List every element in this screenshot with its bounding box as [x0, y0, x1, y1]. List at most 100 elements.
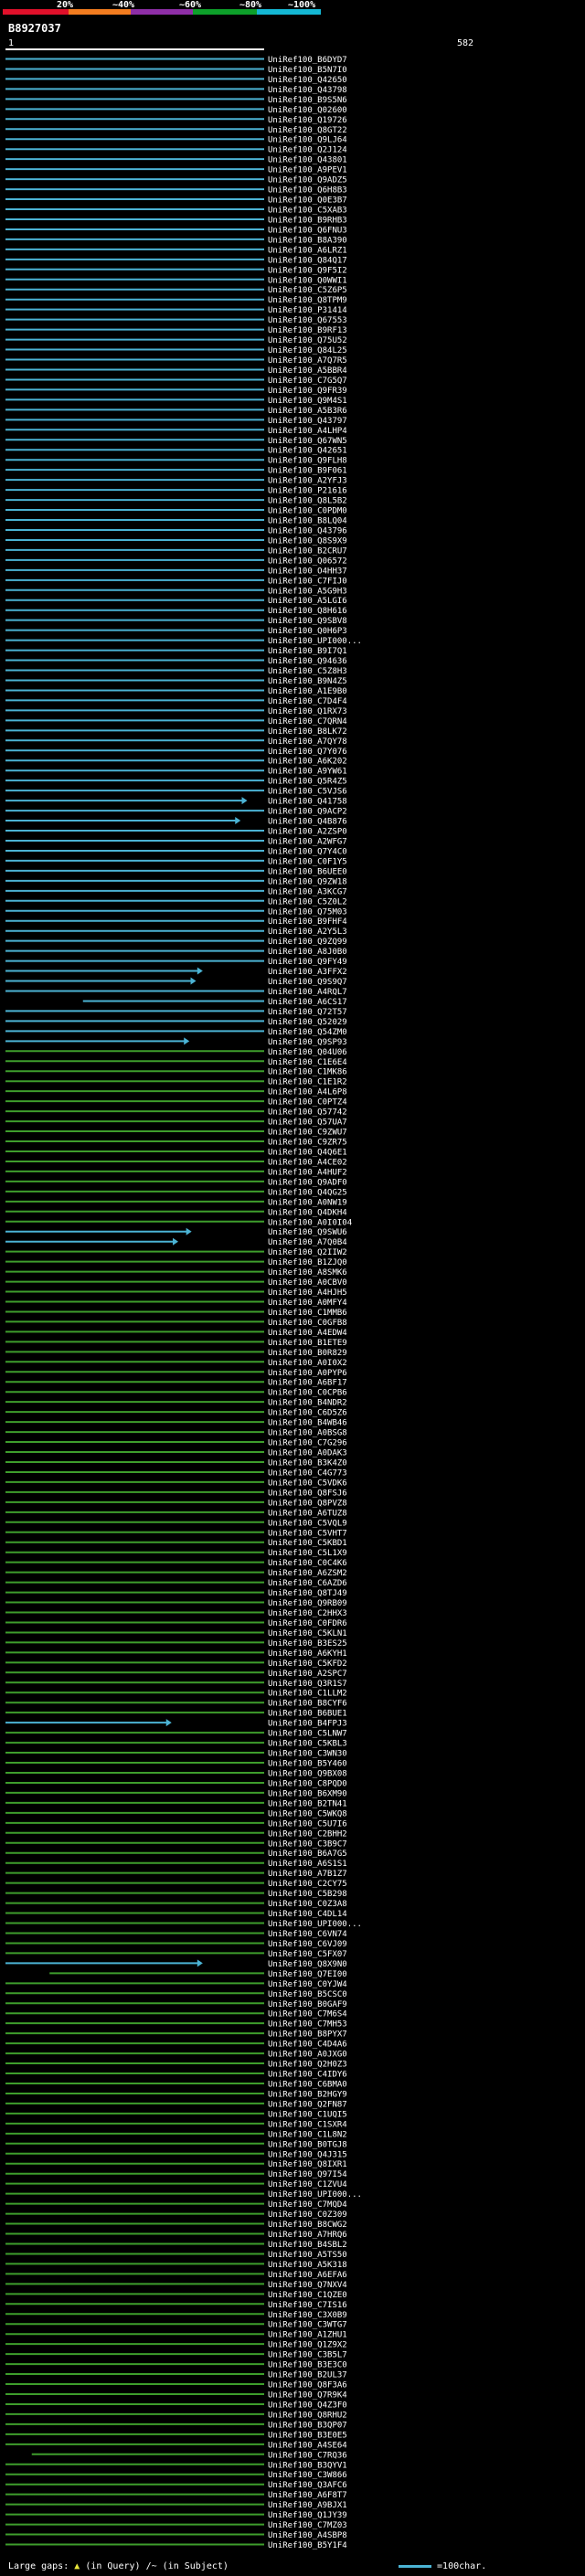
- hit-row[interactable]: UniRef100_A5B3R6: [5, 407, 347, 416]
- hit-label[interactable]: UniRef100_Q9M4S1: [268, 397, 347, 406]
- hit-row[interactable]: UniRef100_B3QYV1: [5, 2461, 347, 2470]
- hit-label[interactable]: UniRef100_Q3AFC6: [268, 2481, 347, 2490]
- hit-label[interactable]: UniRef100_B9FHF4: [268, 917, 347, 927]
- hit-label[interactable]: UniRef100_C1MK86: [268, 1068, 347, 1077]
- hit-label[interactable]: UniRef100_Q8X9N0: [268, 1960, 347, 1969]
- hit-label[interactable]: UniRef100_C7G5Q7: [268, 376, 347, 386]
- hit-row[interactable]: UniRef100_Q67WN5: [5, 437, 347, 446]
- hit-label[interactable]: UniRef100_B2HGY9: [268, 2090, 347, 2099]
- hit-label[interactable]: UniRef100_B1ZJQ0: [268, 1258, 347, 1267]
- hit-label[interactable]: UniRef100_Q7NXV4: [268, 2281, 347, 2290]
- hit-row[interactable]: UniRef100_B9RF13: [5, 326, 347, 335]
- hit-label[interactable]: UniRef100_Q4J315: [268, 2150, 347, 2159]
- hit-row[interactable]: UniRef100_B4NDR2: [5, 1399, 347, 1408]
- hit-row[interactable]: UniRef100_A4SBP8: [5, 2531, 347, 2540]
- hit-label[interactable]: UniRef100_A4SBP8: [268, 2531, 347, 2540]
- hit-label[interactable]: UniRef100_Q0WWI1: [268, 276, 347, 285]
- hit-row[interactable]: UniRef100_A9YW61: [5, 768, 347, 777]
- hit-label[interactable]: UniRef100_C7RQ36: [268, 2451, 347, 2460]
- hit-row[interactable]: UniRef100_A9PEV1: [5, 166, 347, 175]
- hit-row[interactable]: UniRef100_C3B9C7: [5, 1839, 347, 1849]
- hit-row[interactable]: UniRef100_Q42650: [5, 76, 347, 85]
- hit-row[interactable]: UniRef100_Q9ZQ99: [5, 938, 347, 947]
- hit-label[interactable]: UniRef100_A6S1S1: [268, 1860, 347, 1869]
- hit-row[interactable]: UniRef100_A6K202: [5, 758, 347, 767]
- hit-row[interactable]: UniRef100_B9N4Z5: [5, 677, 347, 686]
- hit-label[interactable]: UniRef100_C1UQI5: [268, 2110, 347, 2119]
- hit-label[interactable]: UniRef100_C6BMA0: [268, 2080, 347, 2089]
- hit-row[interactable]: UniRef100_Q7NXV4: [5, 2281, 347, 2290]
- hit-row[interactable]: UniRef100_Q4B876: [5, 817, 347, 827]
- hit-label[interactable]: UniRef100_Q9FLH8: [268, 457, 347, 466]
- hit-label[interactable]: UniRef100_Q9ACP2: [268, 808, 347, 817]
- hit-label[interactable]: UniRef100_Q9FR39: [268, 387, 347, 396]
- hit-label[interactable]: UniRef100_C7D4F4: [268, 697, 347, 706]
- hit-label[interactable]: UniRef100_C9ZWU7: [268, 1129, 347, 1138]
- hit-label[interactable]: UniRef100_A0PYP6: [268, 1369, 347, 1378]
- hit-label[interactable]: UniRef100_C1E1R2: [268, 1078, 347, 1087]
- hit-label[interactable]: UniRef100_A2ZSP0: [268, 828, 347, 837]
- hit-label[interactable]: UniRef100_B8LQ04: [268, 517, 347, 526]
- hit-row[interactable]: UniRef100_Q9SWU6: [5, 1227, 347, 1238]
- hit-row[interactable]: UniRef100_B9RHB3: [5, 216, 347, 225]
- hit-label[interactable]: UniRef100_B2CRU7: [268, 546, 347, 556]
- hit-row[interactable]: UniRef100_Q6H8B3: [5, 186, 347, 196]
- hit-row[interactable]: UniRef100_C2HHX3: [5, 1609, 347, 1618]
- hit-row[interactable]: UniRef100_Q3AFC6: [5, 2481, 347, 2490]
- hit-label[interactable]: UniRef100_Q9BX08: [268, 1769, 347, 1778]
- hit-row[interactable]: UniRef100_Q1Z9X2: [5, 2341, 347, 2350]
- hit-row[interactable]: UniRef100_B8A390: [5, 236, 347, 245]
- hit-row[interactable]: UniRef100_A8J0B0: [5, 948, 347, 957]
- hit-label[interactable]: UniRef100_A4RQL7: [268, 988, 347, 997]
- hit-label[interactable]: UniRef100_Q19726: [268, 116, 347, 125]
- hit-row[interactable]: UniRef100_B6BUE1: [5, 1710, 347, 1719]
- hit-label[interactable]: UniRef100_B4SBL2: [268, 2241, 347, 2250]
- hit-label[interactable]: UniRef100_C8PQD0: [268, 1779, 347, 1788]
- hit-row[interactable]: UniRef100_C2BHH2: [5, 1829, 347, 1839]
- hit-label[interactable]: UniRef100_Q9ADZ5: [268, 176, 347, 186]
- hit-label[interactable]: UniRef100_Q2H0Z3: [268, 2061, 347, 2070]
- hit-label[interactable]: UniRef100_A2Y5L3: [268, 928, 347, 937]
- hit-row[interactable]: UniRef100_C5VQL9: [5, 1519, 347, 1528]
- hit-row[interactable]: UniRef100_Q06572: [5, 557, 347, 566]
- hit-row[interactable]: UniRef100_Q52029: [5, 1018, 347, 1027]
- hit-row[interactable]: UniRef100_Q84L25: [5, 346, 347, 355]
- hit-row[interactable]: UniRef100_A6ZSM2: [5, 1569, 347, 1578]
- hit-label[interactable]: UniRef100_C6D5Z6: [268, 1409, 347, 1418]
- hit-row[interactable]: UniRef100_Q43801: [5, 156, 347, 165]
- hit-label[interactable]: UniRef100_Q9RB09: [268, 1599, 347, 1608]
- hit-label[interactable]: UniRef100_Q57742: [268, 1108, 347, 1118]
- hit-label[interactable]: UniRef100_C7IS16: [268, 2301, 347, 2310]
- hit-label[interactable]: UniRef100_C4D4A6: [268, 2041, 347, 2050]
- hit-row[interactable]: UniRef100_B1ETE9: [5, 1339, 347, 1348]
- hit-row[interactable]: UniRef100_Q4J315: [5, 2150, 347, 2159]
- hit-label[interactable]: UniRef100_C7MQD4: [268, 2200, 347, 2210]
- hit-label[interactable]: UniRef100_C5L1X9: [268, 1549, 347, 1558]
- hit-label[interactable]: UniRef100_C3X0B9: [268, 2311, 347, 2320]
- hit-label[interactable]: UniRef100_C1SXR4: [268, 2120, 347, 2129]
- hit-label[interactable]: UniRef100_Q4QG25: [268, 1188, 347, 1197]
- hit-label[interactable]: UniRef100_Q42651: [268, 447, 347, 456]
- hit-label[interactable]: UniRef100_Q9SBV8: [268, 617, 347, 626]
- hit-label[interactable]: UniRef100_C5XAB3: [268, 207, 347, 216]
- hit-row[interactable]: UniRef100_B8CYF6: [5, 1700, 347, 1709]
- hit-label[interactable]: UniRef100_A5B3R6: [268, 407, 347, 416]
- hit-row[interactable]: UniRef100_C7MZ03: [5, 2521, 347, 2530]
- hit-label[interactable]: UniRef100_A5LGI6: [268, 597, 347, 606]
- hit-label[interactable]: UniRef100_C7QRN4: [268, 717, 347, 726]
- hit-row[interactable]: UniRef100_Q8IXR1: [5, 2160, 347, 2169]
- hit-row[interactable]: UniRef100_C5FX07: [5, 1950, 347, 1959]
- hit-row[interactable]: UniRef100_C7G5Q7: [5, 376, 347, 386]
- hit-label[interactable]: UniRef100_B9F061: [268, 467, 347, 476]
- hit-row[interactable]: UniRef100_C5KLN1: [5, 1629, 347, 1638]
- hit-row[interactable]: UniRef100_Q9RB09: [5, 1599, 347, 1608]
- hit-row[interactable]: UniRef100_Q94636: [5, 657, 347, 666]
- hit-row[interactable]: UniRef100_B8LK72: [5, 727, 347, 737]
- hit-row[interactable]: UniRef100_A1E9B0: [5, 687, 347, 696]
- hit-row[interactable]: UniRef100_A2YFJ3: [5, 477, 347, 486]
- hit-row[interactable]: UniRef100_C0YJW4: [5, 1980, 347, 1989]
- hit-row[interactable]: UniRef100_P21616: [5, 487, 347, 496]
- hit-label[interactable]: UniRef100_Q84Q17: [268, 256, 347, 265]
- hit-row[interactable]: UniRef100_A7HRQ6: [5, 2231, 347, 2240]
- hit-label[interactable]: UniRef100_B3K4Z0: [268, 1458, 347, 1468]
